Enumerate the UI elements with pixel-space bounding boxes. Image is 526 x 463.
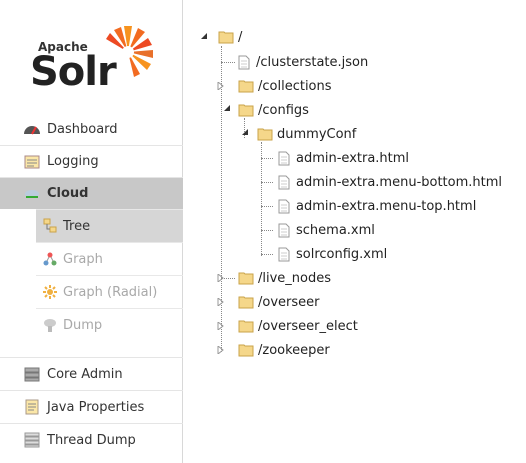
file-icon — [278, 151, 290, 165]
file-icon — [238, 55, 250, 69]
tree-node-label: solrconfig.xml — [296, 246, 388, 262]
tree-node-label: /overseer — [258, 294, 320, 310]
tree-toggle-collapsed-icon[interactable] — [217, 274, 225, 282]
cloud-icon — [25, 189, 39, 198]
nav-item-thread-dump[interactable]: Thread Dump — [0, 423, 183, 456]
nav-label-cloud: Cloud — [47, 186, 89, 201]
tree-node-label: dummyConf — [277, 126, 357, 142]
tree-node-label: /overseer_elect — [258, 318, 358, 334]
java-properties-icon — [25, 399, 39, 415]
tree-connector — [221, 62, 235, 63]
secondary-nav: Core Admin Java Properties Thread Dump — [0, 357, 183, 456]
folder-icon — [238, 344, 254, 357]
tree-toggle-expanded-icon[interactable] — [241, 128, 249, 136]
tree-node-dummyconf[interactable]: dummyConf — [257, 124, 356, 144]
nav-label-thread-dump: Thread Dump — [47, 432, 136, 448]
tree-node-zookeeper[interactable]: /zookeeper — [238, 340, 330, 360]
folder-icon — [238, 104, 254, 117]
tree-toggle-collapsed-icon[interactable] — [217, 322, 225, 330]
nav-label-graph-radial: Graph (Radial) — [63, 284, 158, 300]
logging-icon — [24, 155, 40, 168]
tree-toggle-collapsed-icon[interactable] — [217, 346, 225, 354]
tree-connector — [261, 254, 273, 255]
nav-label-dump: Dump — [63, 317, 103, 333]
nav-label-logging: Logging — [47, 154, 99, 169]
nav-subitem-graph[interactable]: Graph — [36, 242, 183, 275]
nav-subitem-tree[interactable]: Tree — [36, 209, 183, 242]
nav-label-tree: Tree — [63, 218, 91, 234]
tree-node-label: admin-extra.menu-bottom.html — [296, 174, 503, 190]
dashboard-icon — [24, 126, 40, 135]
graph-radial-icon — [43, 285, 57, 299]
thread-dump-icon — [24, 432, 40, 448]
solr-logo[interactable]: Apache Solr — [30, 22, 160, 97]
folder-icon — [238, 320, 254, 333]
nav-subitem-graph-radial[interactable]: Graph (Radial) — [36, 275, 183, 308]
tree-node-collections[interactable]: /collections — [238, 76, 332, 96]
folder-icon — [218, 31, 234, 44]
folder-icon — [238, 80, 254, 93]
tree-connector — [261, 206, 273, 207]
tree-node-label: schema.xml — [296, 222, 375, 238]
tree-node-file[interactable]: schema.xml — [278, 220, 375, 240]
tree-node-overseer-elect[interactable]: /overseer_elect — [238, 316, 358, 336]
tree-connector — [261, 158, 273, 159]
tree-connector — [261, 142, 262, 256]
nav-item-cloud[interactable]: Cloud — [0, 177, 183, 209]
core-admin-icon — [24, 367, 40, 382]
nav-label-graph: Graph — [63, 251, 103, 267]
tree-node-label: /clusterstate.json — [256, 54, 369, 70]
nav-item-java-properties[interactable]: Java Properties — [0, 390, 183, 423]
tree-node-label: /configs — [258, 102, 309, 118]
file-icon — [278, 247, 290, 261]
tree-node-label: /collections — [258, 78, 332, 94]
nav-label-dashboard: Dashboard — [47, 121, 118, 137]
folder-icon — [238, 296, 254, 309]
nav-item-core-admin[interactable]: Core Admin — [0, 357, 183, 390]
tree-node-root[interactable]: / — [218, 27, 242, 47]
nav-item-dashboard[interactable]: Dashboard — [0, 113, 183, 145]
tree-toggle-expanded-icon[interactable] — [200, 32, 208, 40]
tree-node-overseer[interactable]: /overseer — [238, 292, 319, 312]
tree-node-file[interactable]: admin-extra.html — [278, 148, 409, 168]
tree-node-label: admin-extra.html — [296, 150, 410, 166]
tree-node-live-nodes[interactable]: /live_nodes — [238, 268, 331, 288]
folder-icon — [257, 128, 273, 141]
file-icon — [278, 199, 290, 213]
nav-label-core-admin: Core Admin — [47, 366, 123, 382]
tree-toggle-collapsed-icon[interactable] — [217, 82, 225, 90]
dump-icon — [44, 319, 56, 332]
tree-connector — [261, 182, 273, 183]
tree-node-label: /zookeeper — [258, 342, 330, 358]
tree-node-file[interactable]: admin-extra.menu-top.html — [278, 196, 476, 216]
tree-icon — [43, 218, 57, 233]
file-icon — [278, 175, 290, 189]
tree-toggle-expanded-icon[interactable] — [223, 104, 231, 112]
tree-node-label: admin-extra.menu-top.html — [296, 198, 477, 214]
tree-node-file[interactable]: solrconfig.xml — [278, 244, 387, 264]
nav-label-java-properties: Java Properties — [47, 399, 145, 415]
tree-node-label: /live_nodes — [258, 270, 332, 286]
solr-sun-icon — [106, 26, 153, 77]
file-icon — [278, 223, 290, 237]
tree-node-configs[interactable]: /configs — [238, 100, 309, 120]
tree-toggle-collapsed-icon[interactable] — [217, 298, 225, 306]
tree-node-clusterstate[interactable]: /clusterstate.json — [238, 52, 368, 72]
folder-icon — [238, 272, 254, 285]
nav-subitem-dump[interactable]: Dump — [36, 308, 183, 341]
tree-connector — [221, 46, 222, 352]
nav-item-logging[interactable]: Logging — [0, 145, 183, 177]
main-nav: Dashboard Logging Cloud Tree Graph Graph… — [0, 113, 183, 341]
tree-connector — [261, 230, 273, 231]
tree-node-label: / — [238, 29, 243, 45]
tree-node-file[interactable]: admin-extra.menu-bottom.html — [278, 172, 502, 192]
zk-tree: / /clusterstate.json /collections /confi… — [183, 0, 526, 463]
graph-icon — [43, 252, 57, 266]
sidebar: Apache Solr Dashboard Logging Cloud Tree… — [0, 0, 183, 463]
